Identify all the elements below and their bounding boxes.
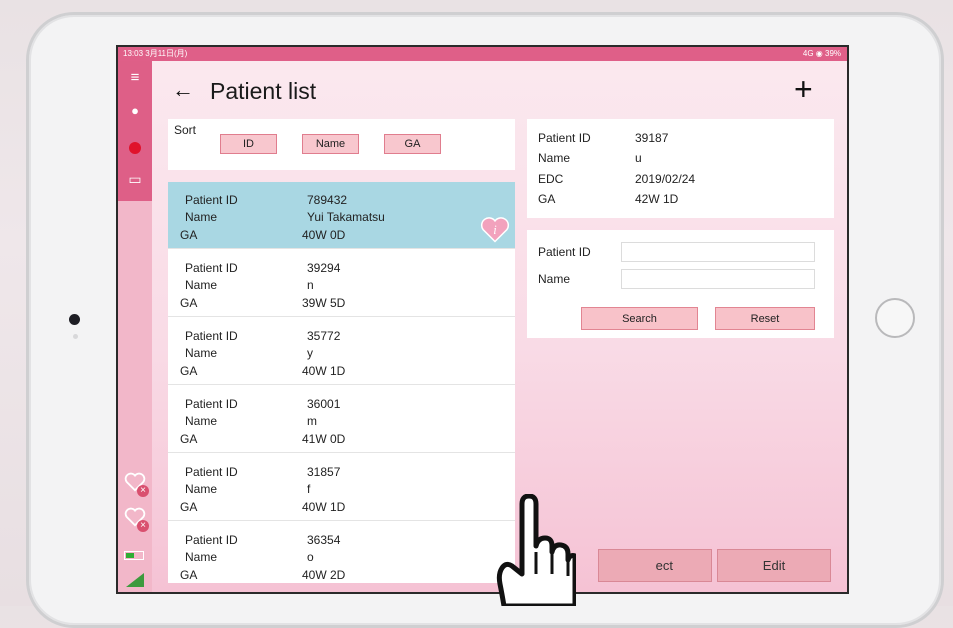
close-icon[interactable]: ×: [137, 485, 149, 497]
patient-row[interactable]: Patient ID 36354 Name o GA 40W 2D: [168, 522, 515, 583]
detail-name-value: u: [635, 151, 642, 165]
patient-id-value: 39294: [307, 261, 341, 275]
close-icon[interactable]: ×: [137, 520, 149, 532]
name-value: o: [307, 550, 314, 564]
camera-icon: [69, 314, 80, 325]
patient-id-value: 31857: [307, 465, 341, 479]
person-icon[interactable]: ●: [118, 103, 152, 118]
name-label: Name: [185, 414, 218, 428]
patient-id-input[interactable]: [621, 242, 815, 262]
name-input[interactable]: [621, 269, 815, 289]
name-value: y: [307, 346, 313, 360]
back-arrow-icon[interactable]: ←: [172, 77, 194, 103]
ga-label: GA: [180, 500, 198, 514]
patient-row[interactable]: Patient ID 789432 Name Yui Takamatsu GA …: [168, 182, 515, 249]
ga-value: 40W 1D: [302, 500, 346, 514]
search-button[interactable]: Search: [581, 307, 698, 330]
edit-button[interactable]: Edit: [717, 549, 831, 582]
ga-value: 39W 5D: [302, 296, 346, 310]
sort-id-button[interactable]: ID: [220, 134, 277, 154]
home-button[interactable]: [875, 298, 915, 338]
pointer-hand-icon: [496, 494, 576, 606]
select-button[interactable]: ect: [598, 549, 712, 582]
detail-ga-label: GA: [538, 192, 556, 206]
status-time: 13:03 3月11日(月): [123, 49, 188, 58]
sidebar: ≡ ● ▭ × ×: [118, 61, 152, 592]
page-title: Patient list: [210, 78, 317, 104]
search-id-label: Patient ID: [538, 245, 591, 259]
sort-panel: Sort ID Name GA: [168, 119, 515, 170]
patient-row[interactable]: Patient ID 36001 Name m GA 41W 0D: [168, 386, 515, 453]
ga-value: 41W 0D: [302, 432, 346, 446]
search-panel: Patient ID Name Search Reset: [527, 230, 834, 338]
sort-label: Sort: [174, 123, 197, 137]
name-label: Name: [185, 550, 218, 564]
status-indicators: 4G ◉ 39%: [802, 49, 841, 58]
patient-id-label: Patient ID: [185, 193, 238, 207]
ga-value: 40W 1D: [302, 364, 346, 378]
detail-id-label: Patient ID: [538, 131, 591, 145]
battery-icon: [124, 551, 144, 560]
name-label: Name: [185, 210, 218, 224]
name-value: n: [307, 278, 314, 292]
ga-label: GA: [180, 296, 198, 310]
name-value: f: [307, 482, 311, 496]
name-label: Name: [185, 278, 218, 292]
patient-id-label: Patient ID: [185, 533, 238, 547]
search-name-label: Name: [538, 272, 571, 286]
ga-label: GA: [180, 568, 198, 582]
app-screen: 13:03 3月11日(月) 4G ◉ 39% ≡ ● ▭ × × ← Pati…: [116, 45, 849, 594]
detail-edc-label: EDC: [538, 172, 564, 186]
add-patient-button[interactable]: +: [794, 71, 813, 108]
ga-value: 40W 0D: [302, 228, 346, 242]
sensor-icon: [73, 334, 78, 339]
patient-row[interactable]: Patient ID 39294 Name n GA 39W 5D: [168, 250, 515, 317]
detail-name-label: Name: [538, 151, 571, 165]
name-value: m: [307, 414, 317, 428]
ga-label: GA: [180, 228, 198, 242]
patient-id-label: Patient ID: [185, 329, 238, 343]
detail-edc-value: 2019/02/24: [635, 172, 696, 186]
ga-label: GA: [180, 364, 198, 378]
patient-detail-panel: Patient ID 39187 Name u EDC 2019/02/24 G…: [527, 119, 834, 218]
sort-ga-button[interactable]: GA: [384, 134, 441, 154]
patient-id-value: 36001: [307, 397, 341, 411]
patient-id-label: Patient ID: [185, 261, 238, 275]
signal-icon: [126, 573, 144, 587]
folder-icon[interactable]: ▭: [118, 171, 152, 188]
patient-id-value: 36354: [307, 533, 341, 547]
patient-id-label: Patient ID: [185, 465, 238, 479]
ga-label: GA: [180, 432, 198, 446]
status-bar: 13:03 3月11日(月) 4G ◉ 39%: [118, 47, 847, 61]
patient-id-label: Patient ID: [185, 397, 238, 411]
patient-row[interactable]: Patient ID 35772 Name y GA 40W 1D: [168, 318, 515, 385]
reset-button[interactable]: Reset: [715, 307, 815, 330]
detail-ga-value: 42W 1D: [635, 192, 679, 206]
sort-name-button[interactable]: Name: [302, 134, 359, 154]
name-label: Name: [185, 346, 218, 360]
record-icon[interactable]: [129, 142, 141, 154]
name-value: Yui Takamatsu: [307, 210, 385, 224]
info-heart-icon[interactable]: i: [480, 215, 510, 243]
patient-id-value: 789432: [307, 193, 348, 207]
svg-text:i: i: [493, 223, 497, 237]
patient-row[interactable]: Patient ID 31857 Name f GA 40W 1D: [168, 454, 515, 521]
patient-id-value: 35772: [307, 329, 341, 343]
menu-icon[interactable]: ≡: [118, 69, 152, 86]
patient-list: Patient ID 789432 Name Yui Takamatsu GA …: [168, 182, 515, 583]
detail-id-value: 39187: [635, 131, 669, 145]
name-label: Name: [185, 482, 218, 496]
ga-value: 40W 2D: [302, 568, 346, 582]
